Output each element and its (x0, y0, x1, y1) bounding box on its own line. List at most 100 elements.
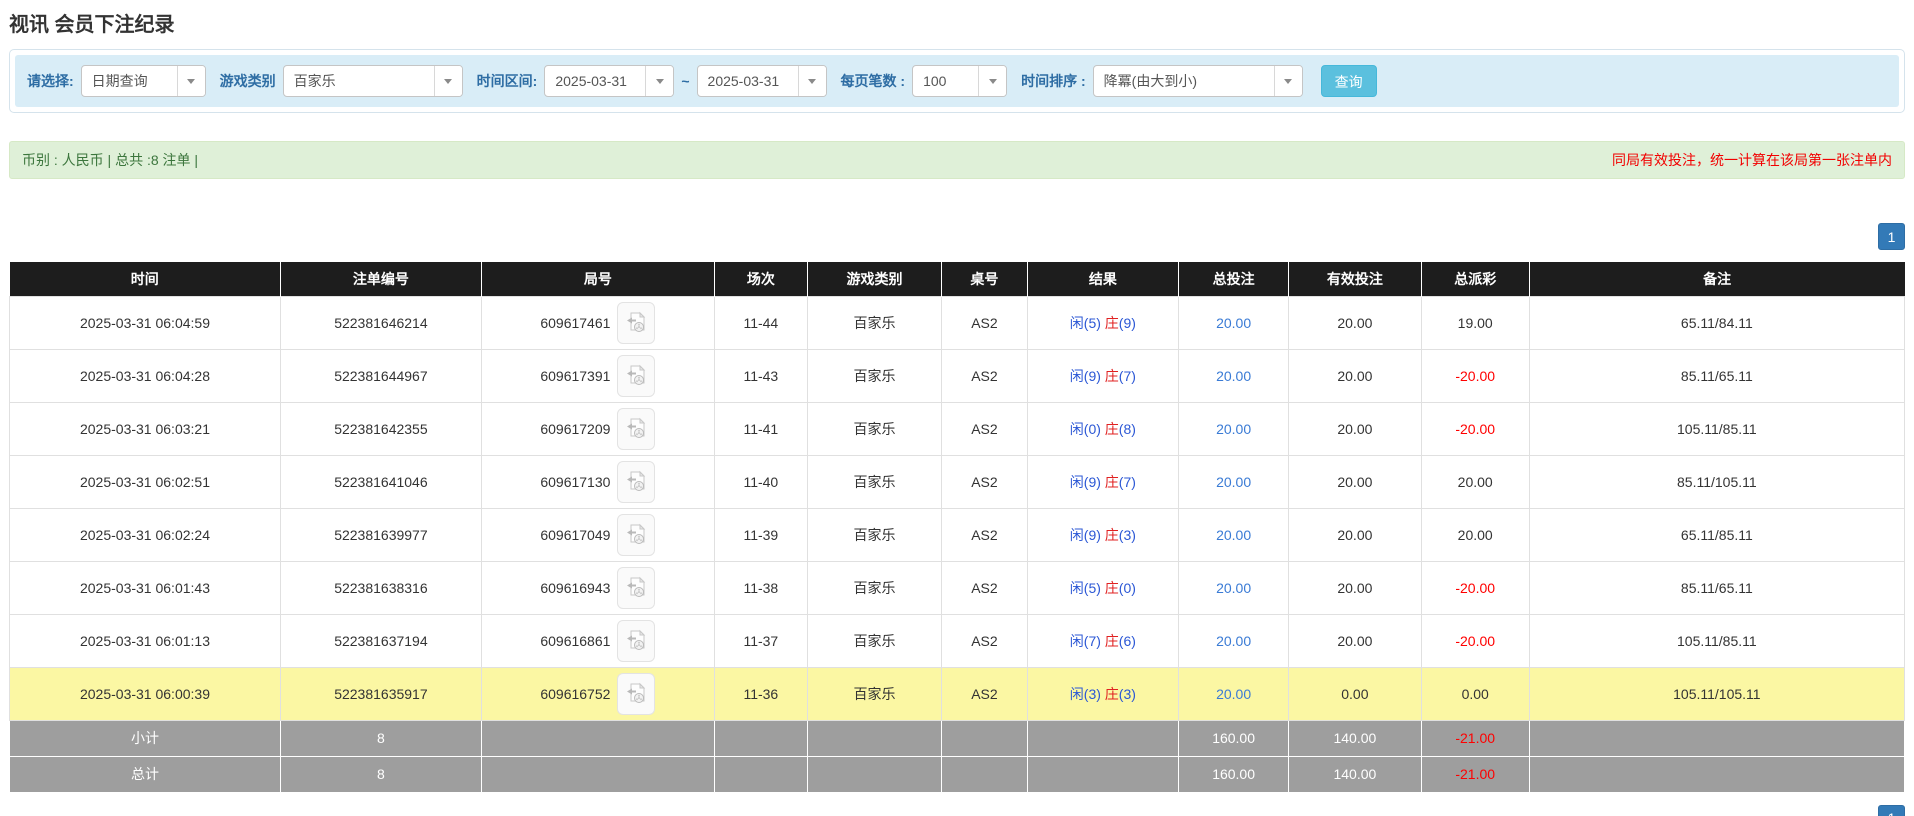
video-replay-icon (625, 470, 647, 494)
cell-payout: -20.00 (1421, 614, 1529, 667)
total-bet-link[interactable]: 20.00 (1216, 527, 1251, 543)
video-replay-button[interactable] (617, 408, 655, 450)
cell-valid-bet: 20.00 (1289, 455, 1422, 508)
video-replay-button[interactable] (617, 302, 655, 344)
date-from-select[interactable]: 2025-03-31 (544, 65, 674, 97)
tilde-separator: ~ (681, 73, 689, 89)
summary-cell-result (1027, 756, 1179, 792)
video-replay-button[interactable] (617, 514, 655, 556)
total-bet-link[interactable]: 20.00 (1216, 686, 1251, 702)
video-replay-button[interactable] (617, 567, 655, 609)
cell-payout: 20.00 (1421, 455, 1529, 508)
filter-group-time-range: 时间区间: 2025-03-31 ~ 2025-03-31 (477, 65, 827, 97)
result-banker: 庄(7) (1105, 368, 1136, 384)
column-header-game: 游戏类别 (807, 262, 942, 296)
column-header-round-id: 局号 (481, 262, 714, 296)
table-row: 2025-03-31 06:04:28522381644967609617391… (10, 349, 1905, 402)
cell-session: 11-44 (714, 296, 807, 349)
video-replay-icon (625, 682, 647, 706)
summary-cell-valid-bet: 140.00 (1289, 756, 1422, 792)
cell-game: 百家乐 (807, 349, 942, 402)
cell-table-no: AS2 (942, 667, 1027, 720)
result-player: 闲(7) (1070, 633, 1101, 649)
video-replay-icon (625, 311, 647, 335)
time-order-select[interactable]: 降冪(由大到小) (1093, 65, 1303, 97)
result-banker: 庄(0) (1105, 580, 1136, 596)
summary-cell-remark (1529, 756, 1904, 792)
table-row: 2025-03-31 06:04:59522381646214609617461… (10, 296, 1905, 349)
filter-group-query-type: 请选择: 日期查询 (27, 65, 206, 97)
page-size-value: 100 (913, 66, 978, 96)
cell-result: 闲(7) 庄(6) (1027, 614, 1179, 667)
summary-cell-game (807, 756, 942, 792)
cell-session: 11-39 (714, 508, 807, 561)
total-bet-link[interactable]: 20.00 (1216, 633, 1251, 649)
valid-bet-warning-text: 同局有效投注，统一计算在该局第一张注单内 (1612, 150, 1892, 170)
cell-game: 百家乐 (807, 455, 942, 508)
cell-remark: 65.11/85.11 (1529, 508, 1904, 561)
round-number: 609616943 (540, 580, 610, 596)
result-player: 闲(0) (1070, 421, 1101, 437)
column-header-time: 时间 (10, 262, 281, 296)
total-bet-link[interactable]: 20.00 (1216, 421, 1251, 437)
cell-result: 闲(0) 庄(8) (1027, 402, 1179, 455)
chevron-down-icon[interactable] (978, 66, 1006, 96)
query-type-label: 请选择: (27, 71, 74, 91)
cell-round-id: 609617209 (481, 402, 714, 455)
video-replay-button[interactable] (617, 461, 655, 503)
summary-cell-round-id (481, 720, 714, 756)
video-replay-icon (625, 576, 647, 600)
total-bet-link[interactable]: 20.00 (1216, 315, 1251, 331)
cell-session: 11-38 (714, 561, 807, 614)
result-player: 闲(9) (1070, 474, 1101, 490)
date-to-select[interactable]: 2025-03-31 (697, 65, 827, 97)
chevron-down-icon[interactable] (434, 66, 462, 96)
cell-remark: 105.11/85.11 (1529, 614, 1904, 667)
cell-result: 闲(3) 庄(3) (1027, 667, 1179, 720)
query-type-select[interactable]: 日期查询 (81, 65, 206, 97)
video-replay-icon (625, 629, 647, 653)
notice-bar: 币别 : 人民币 | 总共 :8 注单 | 同局有效投注，统一计算在该局第一张注… (9, 141, 1905, 179)
column-header-payout: 总派彩 (1421, 262, 1529, 296)
result-banker: 庄(9) (1105, 315, 1136, 331)
filter-panel: 请选择: 日期查询 游戏类别 百家乐 时间区间: 2025-03-31 (9, 49, 1905, 113)
subtotal-row: 小计8160.00140.00-21.00 (10, 720, 1905, 756)
cell-bet-id: 522381646214 (280, 296, 481, 349)
page-1-button[interactable]: 1 (1878, 805, 1905, 816)
chevron-down-icon[interactable] (798, 66, 826, 96)
video-replay-icon (625, 417, 647, 441)
chevron-down-icon[interactable] (645, 66, 673, 96)
time-range-label: 时间区间: (477, 71, 538, 91)
result-banker: 庄(3) (1105, 527, 1136, 543)
cell-time: 2025-03-31 06:01:43 (10, 561, 281, 614)
summary-cell-game (807, 720, 942, 756)
video-replay-button[interactable] (617, 355, 655, 397)
cell-payout: -20.00 (1421, 402, 1529, 455)
cell-table-no: AS2 (942, 296, 1027, 349)
summary-cell-total-bet: 160.00 (1179, 720, 1289, 756)
summary-cell-bet-id: 8 (280, 720, 481, 756)
cell-bet-id: 522381639977 (280, 508, 481, 561)
page-1-button[interactable]: 1 (1878, 223, 1905, 250)
cell-round-id: 609617049 (481, 508, 714, 561)
total-bet-link[interactable]: 20.00 (1216, 368, 1251, 384)
search-button[interactable]: 查询 (1321, 65, 1377, 97)
pagination-top: 1 (9, 223, 1905, 250)
cell-bet-id: 522381637194 (280, 614, 481, 667)
cell-round-id: 609616861 (481, 614, 714, 667)
page-size-select[interactable]: 100 (912, 65, 1007, 97)
chevron-down-icon[interactable] (177, 66, 205, 96)
bet-records-table: 时间注单编号局号场次游戏类别桌号结果总投注有效投注总派彩备注 2025-03-3… (9, 262, 1905, 793)
cell-time: 2025-03-31 06:02:51 (10, 455, 281, 508)
game-category-select[interactable]: 百家乐 (283, 65, 463, 97)
total-bet-link[interactable]: 20.00 (1216, 474, 1251, 490)
video-replay-button[interactable] (617, 620, 655, 662)
cell-total-bet: 20.00 (1179, 561, 1289, 614)
cell-total-bet: 20.00 (1179, 296, 1289, 349)
total-bet-link[interactable]: 20.00 (1216, 580, 1251, 596)
chevron-down-icon[interactable] (1274, 66, 1302, 96)
video-replay-button[interactable] (617, 673, 655, 715)
column-header-bet-id: 注单编号 (280, 262, 481, 296)
summary-cell-payout: -21.00 (1421, 720, 1529, 756)
cell-total-bet: 20.00 (1179, 508, 1289, 561)
